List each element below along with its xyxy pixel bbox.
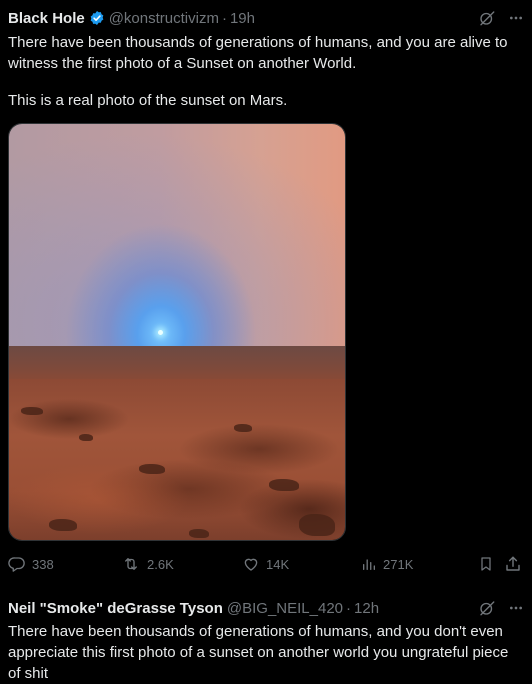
header-icons [478,8,524,28]
more-icon[interactable] [508,600,524,616]
repost-icon [121,555,141,573]
views-icon [361,556,377,572]
photo-ground [9,379,345,540]
reply-icon [8,555,26,573]
grok-icon[interactable] [478,9,496,27]
display-name[interactable]: Neil "Smoke" deGrasse Tyson [8,600,223,617]
tweet-2[interactable]: Neil "Smoke" deGrasse Tyson @BIG_NEIL_42… [0,590,532,684]
share-icon [504,555,522,573]
tweet-1[interactable]: Black Hole @konstructivizm · 19h There h… [0,0,532,590]
photo-rock [139,464,165,474]
photo-rock [234,424,252,432]
tweet-text: There have been thousands of generations… [8,623,513,682]
photo-rock [189,529,209,538]
photo-rock [269,479,299,491]
tweet-header: Neil "Smoke" deGrasse Tyson @BIG_NEIL_42… [8,598,524,618]
tweet-text-paragraph-2: This is a real photo of the sunset on Ma… [8,92,288,109]
photo-sky [9,124,345,354]
photo-rock [49,519,77,531]
grok-icon[interactable] [478,599,496,617]
more-icon[interactable] [508,10,524,26]
views-count: 271K [383,556,414,572]
handle[interactable]: @BIG_NEIL_420 [227,600,343,617]
display-name[interactable]: Black Hole [8,10,85,27]
tweet-text-paragraph-1: There have been thousands of generations… [8,34,512,72]
verified-badge-icon [89,10,105,26]
handle[interactable]: @konstructivizm [109,10,219,27]
like-icon [242,555,260,573]
photo-rock [79,434,93,441]
like-button[interactable]: 14K [242,553,289,575]
reply-button[interactable]: 338 [8,553,54,575]
header-icons [478,598,524,618]
photo-rock [21,407,43,415]
tweet-photo[interactable] [8,123,346,541]
photo-rock [299,514,335,536]
repost-button[interactable]: 2.6K [121,553,174,575]
timestamp[interactable]: 12h [354,600,379,617]
separator-dot: · [346,599,352,617]
like-count: 14K [266,556,290,572]
action-bar: 338 2.6K 14K 271K [8,553,524,575]
photo-sun [158,330,163,335]
tweet-header: Black Hole @konstructivizm · 19h [8,8,524,28]
share-button[interactable] [504,553,522,575]
reply-count: 338 [32,556,54,572]
repost-count: 2.6K [147,556,174,572]
timestamp[interactable]: 19h [230,10,255,27]
separator-dot: · [221,9,227,27]
bookmark-icon [478,555,494,573]
views-button[interactable]: 271K [361,553,413,575]
bookmark-button[interactable] [478,553,494,575]
